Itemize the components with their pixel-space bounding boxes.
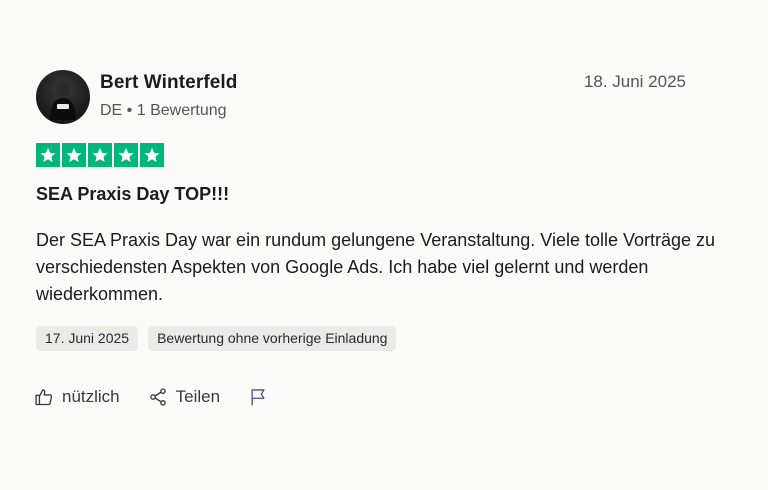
useful-button[interactable]: nützlich [34,387,120,407]
reviewer-name[interactable]: Bert Winterfeld [100,72,238,94]
share-label: Teilen [175,387,221,406]
thumbs-up-icon [35,389,53,406]
star-icon [36,143,60,167]
review-card: Bert Winterfeld DE • 1 Bewertung 18. Jun… [0,0,768,490]
avatar[interactable] [36,70,90,124]
review-body: Der SEA Praxis Day war ein rundum gelung… [36,230,716,304]
review-actions: nützlich Teilen [34,386,268,408]
share-icon [149,388,166,406]
star-icon [88,143,112,167]
reviewer-meta: DE • 1 Bewertung [100,102,227,119]
star-icon [140,143,164,167]
useful-label: nützlich [62,387,120,406]
review-date: 18. Juni 2025 [583,72,686,91]
star-rating [36,143,164,167]
flag-icon [251,389,265,406]
avatar-person-icon [50,81,76,120]
report-button[interactable] [248,386,268,408]
experience-date-tag: 17. Juni 2025 [36,326,139,351]
review-header: Bert Winterfeld DE • 1 Bewertung 18. Jun… [36,70,686,126]
review-title: SEA Praxis Day TOP!!! [36,184,230,204]
review-tags: 17. Juni 2025 Bewertung ohne vorherige E… [36,326,397,351]
share-button[interactable]: Teilen [148,387,220,407]
star-icon [114,143,138,167]
invitation-tag[interactable]: Bewertung ohne vorherige Einladung [148,326,397,351]
star-icon [62,143,86,167]
